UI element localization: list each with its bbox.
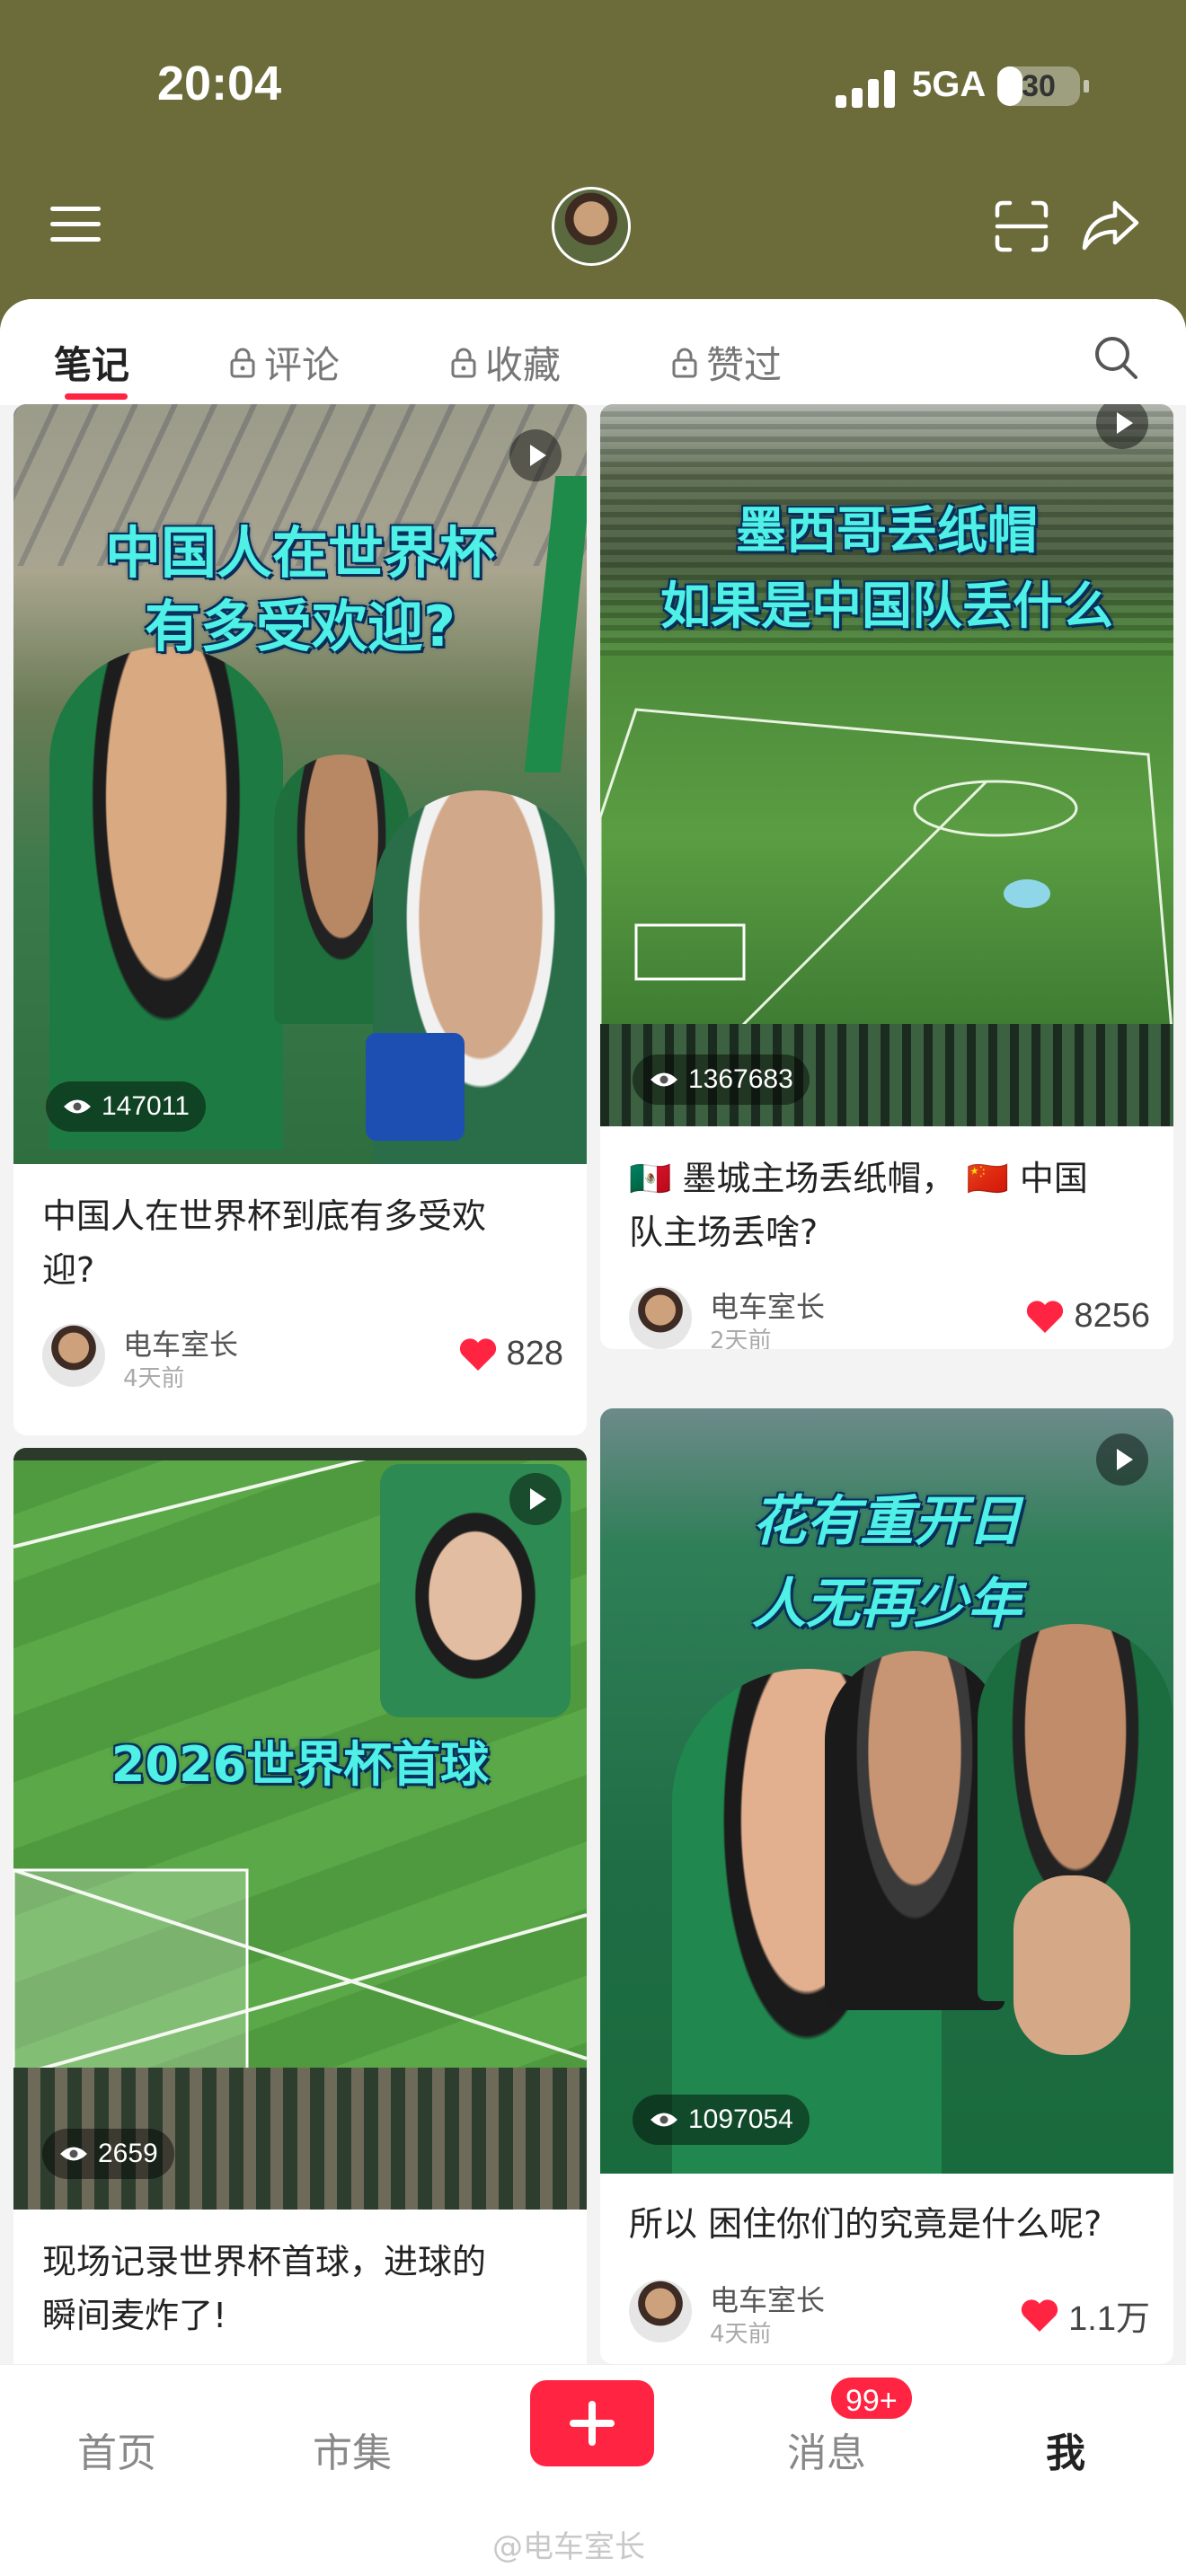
profile-tabs: 笔记 评论 收藏 赞过 <box>0 299 1186 405</box>
overlay-line: 如果是中国队丢什么 <box>660 578 1113 636</box>
post-card[interactable]: 中国人在世界杯 有多受欢迎? 147011 中国人在世界杯到底有多受欢 迎? 电… <box>13 404 587 1435</box>
post-title[interactable]: 现场记录世界杯首球，进球的 瞬间麦炸了! <box>42 2235 486 2342</box>
status-bar: 20:04 5GA 30 <box>0 0 1186 180</box>
network-type: 5GA <box>912 65 987 104</box>
heart-icon <box>1022 2298 1058 2332</box>
post-card[interactable]: 2026世界杯首球 2659 现场记录世界杯首球，进球的 瞬间麦炸了! <box>13 1448 587 2382</box>
author-avatar <box>629 1286 692 1349</box>
author-name: 电车室长 <box>710 2283 826 2317</box>
heart-icon <box>1027 1300 1064 1333</box>
post-time: 4天前 <box>123 1365 185 1392</box>
author-avatar <box>42 1324 105 1387</box>
play-icon <box>509 1473 562 1525</box>
eye-icon <box>60 2147 87 2161</box>
view-count: 2659 <box>42 2129 174 2179</box>
lock-icon <box>451 348 476 377</box>
play-icon <box>509 429 562 481</box>
view-count-value: 1367683 <box>688 1064 793 1094</box>
tab-notes[interactable]: 笔记 <box>54 335 129 390</box>
view-count: 1367683 <box>633 1054 810 1105</box>
post-time: 2天前 <box>710 1328 772 1349</box>
tab-comments[interactable]: 评论 <box>230 335 340 390</box>
overlay-line: 人无再少年 <box>752 1573 1022 1636</box>
author-name: 电车室长 <box>123 1328 239 1362</box>
create-post-button[interactable] <box>530 2380 654 2466</box>
tab-label: 收藏 <box>485 343 562 387</box>
post-title-line: 瞬间麦炸了! <box>42 2296 227 2335</box>
tab-favorites[interactable]: 收藏 <box>451 335 561 390</box>
tab-label: 赞过 <box>706 343 783 387</box>
status-time: 20:04 <box>157 57 282 110</box>
watermark: @电车室长 <box>492 2529 645 2565</box>
heart-icon <box>459 1337 496 1371</box>
signal-icon <box>836 68 898 108</box>
post-author[interactable]: 电车室长 4天前 828 <box>42 1324 563 1392</box>
post-title-line: 所以 困住你们的究竟是什么呢? <box>629 2204 1102 2244</box>
post-cover[interactable]: 2026世界杯首球 2659 <box>13 1448 587 2210</box>
post-time: 4天前 <box>710 2321 772 2348</box>
active-tab-indicator <box>65 393 128 400</box>
overlay-line: 2026世界杯首球 <box>111 1736 490 1793</box>
like-count: 828 <box>506 1335 563 1372</box>
profile-avatar[interactable] <box>552 187 631 266</box>
cover-overlay-text: 花有重开日 人无再少年 <box>600 1480 1173 1645</box>
like-button[interactable]: 828 <box>458 1335 563 1373</box>
post-cover[interactable]: 中国人在世界杯 有多受欢迎? 147011 <box>13 404 587 1164</box>
nav-me[interactable]: 我 <box>1046 2421 1085 2478</box>
tab-label: 评论 <box>264 343 341 387</box>
post-title[interactable]: 中国人在世界杯到底有多受欢 迎? <box>42 1189 486 1297</box>
view-count: 147011 <box>46 1081 206 1132</box>
post-title-line: 🇲🇽 墨城主场丢纸帽， 🇨🇳 中国 <box>629 1159 1088 1198</box>
view-count-value: 147011 <box>102 1091 190 1121</box>
cover-overlay-text: 2026世界杯首球 <box>13 1734 587 1796</box>
search-icon[interactable] <box>1093 334 1139 381</box>
post-title-line: 中国人在世界杯到底有多受欢 <box>42 1196 487 1236</box>
like-count: 8256 <box>1074 1297 1150 1335</box>
hamburger-icon[interactable] <box>50 205 101 244</box>
scan-icon[interactable] <box>994 199 1049 253</box>
post-card[interactable]: 墨西哥丢纸帽 如果是中国队丢什么 1367683 🇲🇽 墨城主场丢纸帽， 🇨🇳 … <box>600 404 1173 1349</box>
view-count-value: 1097054 <box>688 2104 793 2134</box>
tab-liked[interactable]: 赞过 <box>672 335 782 390</box>
author-name: 电车室长 <box>710 1290 826 1324</box>
nav-messages[interactable]: 消息 <box>787 2421 866 2478</box>
overlay-line: 花有重开日 <box>752 1490 1022 1553</box>
view-count-value: 2659 <box>98 2139 158 2168</box>
author-avatar <box>629 2280 692 2342</box>
cover-overlay-text: 中国人在世界杯 有多受欢迎? <box>13 516 587 664</box>
post-title[interactable]: 🇲🇽 墨城主场丢纸帽， 🇨🇳 中国 队主场丢啥? <box>629 1151 1088 1259</box>
tab-label: 笔记 <box>54 343 130 387</box>
post-cover[interactable]: 墨西哥丢纸帽 如果是中国队丢什么 1367683 <box>600 404 1173 1126</box>
post-author[interactable]: 电车室长 4天前 1.1万 <box>629 2280 1150 2348</box>
post-title-line: 现场记录世界杯首球，进球的 <box>42 2242 487 2281</box>
eye-icon <box>651 2113 677 2127</box>
battery-level: 30 <box>1022 69 1056 103</box>
share-icon[interactable] <box>1081 198 1140 251</box>
messages-badge: 99+ <box>828 2375 915 2422</box>
eye-icon <box>64 1099 91 1114</box>
overlay-line: 中国人在世界杯 <box>104 520 495 586</box>
like-count: 1.1万 <box>1068 2300 1150 2338</box>
like-button[interactable]: 8256 <box>1025 1297 1150 1336</box>
post-author[interactable]: 电车室长 2天前 8256 <box>629 1286 1150 1349</box>
like-button[interactable]: 1.1万 <box>1020 2290 1150 2340</box>
post-title-line: 队主场丢啥? <box>629 1213 819 1252</box>
overlay-line: 墨西哥丢纸帽 <box>736 502 1038 560</box>
post-title[interactable]: 所以 困住你们的究竟是什么呢? <box>629 2197 1102 2251</box>
battery-icon: 30 <box>997 66 1089 106</box>
lock-icon <box>672 348 697 377</box>
nav-market[interactable]: 市集 <box>313 2421 392 2478</box>
overlay-line: 有多受欢迎? <box>145 594 456 659</box>
post-card[interactable]: 花有重开日 人无再少年 1097054 所以 困住你们的究竟是什么呢? 电车室长… <box>600 1408 1173 2364</box>
eye-icon <box>651 1072 677 1087</box>
play-icon <box>1096 1434 1148 1486</box>
nav-home[interactable]: 首页 <box>77 2421 156 2478</box>
lock-icon <box>230 348 255 377</box>
post-cover[interactable]: 花有重开日 人无再少年 1097054 <box>600 1408 1173 2174</box>
cover-overlay-text: 墨西哥丢纸帽 如果是中国队丢什么 <box>600 494 1173 645</box>
post-title-line: 迎? <box>42 1250 95 1290</box>
view-count: 1097054 <box>633 2095 810 2145</box>
